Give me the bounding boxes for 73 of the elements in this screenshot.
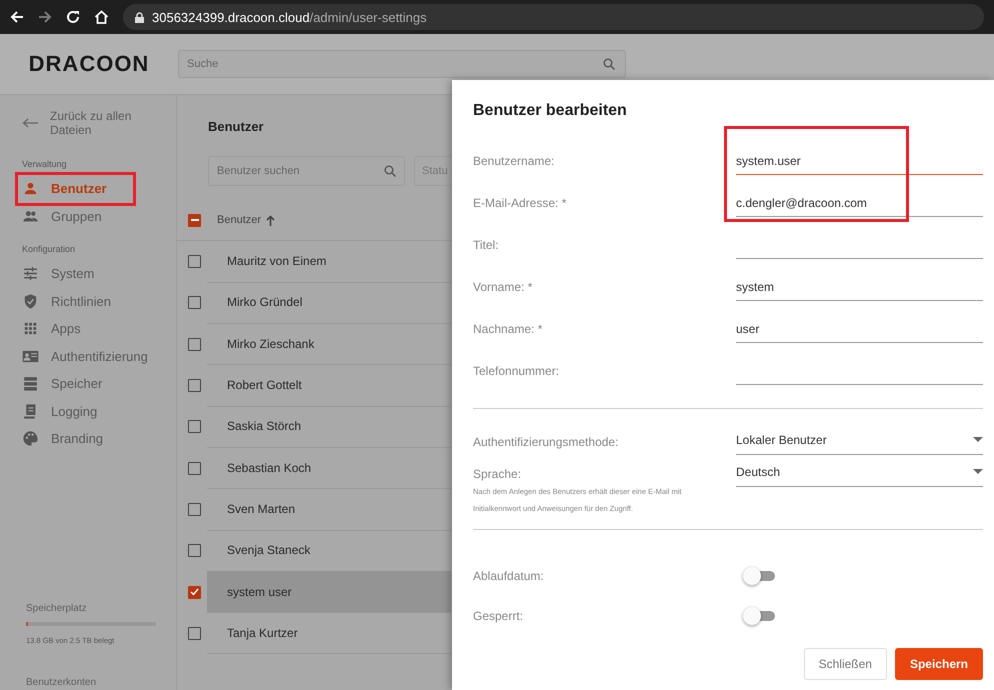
sidebar-item[interactable]: System bbox=[20, 260, 100, 288]
home-icon[interactable] bbox=[94, 10, 109, 24]
user-name[interactable]: Mirko Zieschank bbox=[207, 323, 451, 366]
sidebar-item[interactable]: Authentifizierung bbox=[20, 342, 154, 370]
checkbox[interactable] bbox=[188, 462, 201, 475]
logo: DRACOON bbox=[28, 51, 150, 77]
field-label: Vorname: * bbox=[473, 280, 534, 294]
column-header[interactable]: Benutzer bbox=[217, 214, 276, 226]
user-name[interactable]: Saskia Störch bbox=[207, 406, 451, 448]
user-name[interactable]: Sebastian Koch bbox=[207, 446, 451, 490]
user-name[interactable]: Robert Gottelt bbox=[207, 364, 451, 407]
field-label: Gesperrt: bbox=[473, 609, 524, 623]
checkbox[interactable] bbox=[188, 586, 201, 599]
reload-icon[interactable] bbox=[66, 10, 80, 24]
field-label: Nachname: * bbox=[473, 322, 544, 336]
user-name[interactable]: Mirko Gründel bbox=[207, 282, 451, 324]
sidebar-item[interactable]: Apps bbox=[20, 315, 87, 342]
checkbox[interactable] bbox=[188, 626, 201, 640]
checkbox[interactable] bbox=[188, 502, 201, 516]
checkbox[interactable] bbox=[188, 255, 201, 268]
storage-title: Speicherplatz bbox=[26, 603, 88, 614]
dropdown[interactable]: Deutsch bbox=[736, 458, 983, 487]
page-title: Benutzer bbox=[208, 119, 265, 134]
back-icon[interactable] bbox=[10, 10, 24, 24]
checkbox[interactable] bbox=[188, 544, 201, 558]
user-name[interactable]: system user bbox=[207, 570, 451, 614]
dialog-title: Benutzer bearbeiten bbox=[473, 102, 628, 120]
checkbox[interactable] bbox=[188, 338, 201, 351]
save-button[interactable]: Speichern bbox=[894, 648, 983, 680]
dropdown-caret-icon bbox=[973, 469, 983, 475]
back-link[interactable]: Zurück zu allen Dateien bbox=[50, 109, 150, 137]
checkbox[interactable] bbox=[188, 296, 201, 310]
search-field[interactable]: Suche bbox=[178, 50, 626, 78]
checkbox[interactable] bbox=[188, 214, 201, 226]
user-name[interactable]: Tanja Kurtzer bbox=[207, 612, 451, 654]
search-icon bbox=[603, 58, 615, 70]
field-label: Telefonnummer: bbox=[473, 364, 560, 378]
url-text: 3056324399.dracoon.cloud/admin/user-settings bbox=[152, 10, 427, 24]
shield-icon bbox=[22, 292, 39, 310]
checkbox[interactable] bbox=[188, 420, 201, 434]
search-icon bbox=[384, 165, 396, 177]
toggle-switch[interactable] bbox=[743, 607, 777, 625]
back-arrow-icon[interactable] bbox=[22, 118, 38, 128]
field-label: Benutzername: bbox=[473, 154, 556, 168]
checkbox[interactable] bbox=[188, 379, 201, 392]
toggle-switch[interactable] bbox=[743, 567, 777, 585]
section-heading: Verwaltung bbox=[22, 159, 68, 169]
sidebar-item[interactable]: Benutzer bbox=[18, 175, 133, 202]
sidebar-item[interactable]: Logging bbox=[20, 398, 104, 425]
field-label: Sprache: bbox=[473, 467, 522, 481]
field-label: Authentifizierungsmethode: bbox=[473, 435, 620, 449]
section-heading: Konfiguration bbox=[22, 244, 76, 254]
sliders-icon bbox=[22, 265, 39, 282]
address-bar[interactable]: 3056324399.dracoon.cloud/admin/user-settings bbox=[123, 4, 984, 30]
sidebar-item[interactable]: Richtlinien bbox=[20, 288, 117, 315]
field-label: Ablaufdatum: bbox=[473, 569, 545, 583]
dropdown[interactable]: Lokaler Benutzer bbox=[736, 426, 983, 455]
user-name[interactable]: Mauritz von Einem bbox=[207, 240, 451, 283]
lock-icon bbox=[135, 12, 144, 22]
close-button[interactable]: Schließen bbox=[804, 648, 887, 680]
check-icon bbox=[190, 588, 199, 596]
storage-icon bbox=[22, 375, 39, 392]
field-label: E-Mail-Adresse: * bbox=[473, 196, 568, 210]
field-label: Titel: bbox=[473, 238, 500, 252]
sidebar-item[interactable]: Gruppen bbox=[20, 202, 108, 230]
sidebar-item[interactable]: Speicher bbox=[20, 370, 108, 398]
minus-icon bbox=[190, 219, 198, 221]
dropdown-caret-icon bbox=[973, 437, 983, 443]
palette-icon bbox=[22, 430, 39, 448]
sidebar-item[interactable]: Branding bbox=[20, 425, 110, 452]
user-search-field[interactable]: Benutzer suchen bbox=[208, 156, 405, 186]
section-heading: Benutzerkonten bbox=[26, 677, 98, 688]
user-name[interactable]: Sven Marten bbox=[207, 488, 451, 531]
